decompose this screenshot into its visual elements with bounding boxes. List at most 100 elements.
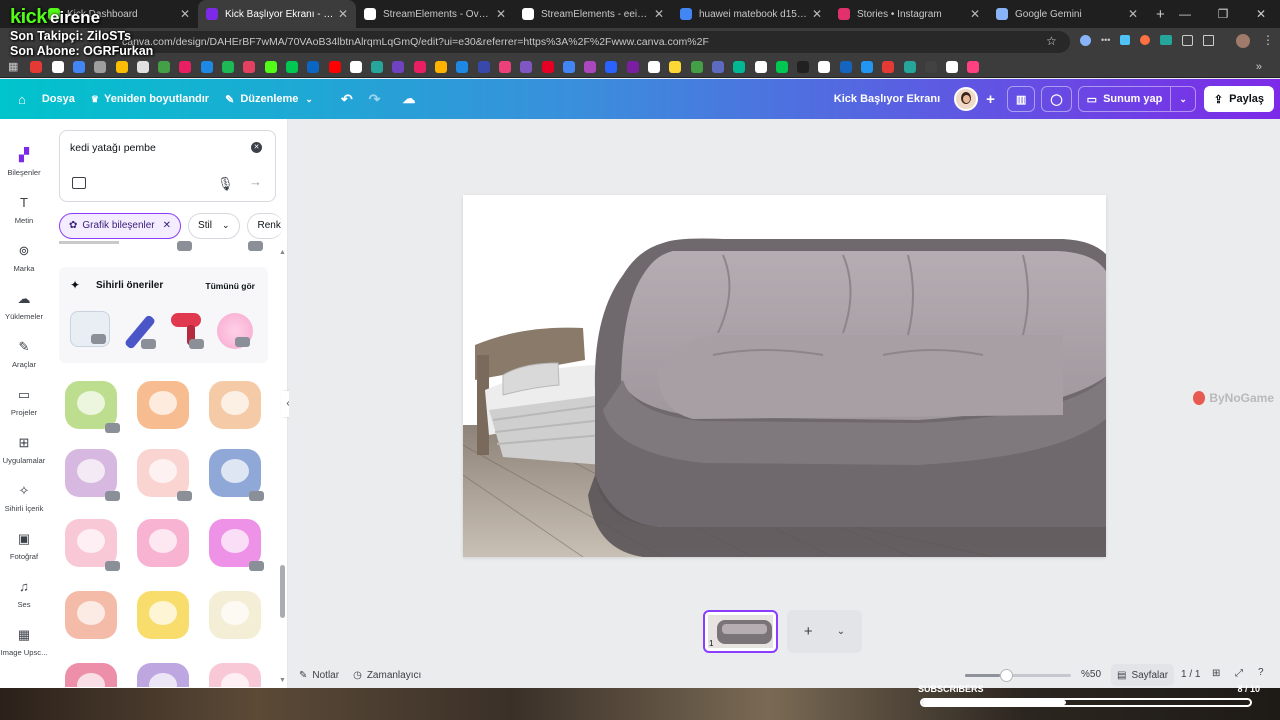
- pink-fluff-thumbnail[interactable]: [217, 313, 253, 349]
- pink-cloud-thumbnail[interactable]: [203, 657, 267, 687]
- edit-mode-button[interactable]: ✎ Düzenleme ⌄: [217, 85, 321, 113]
- extension-icon[interactable]: •••: [1101, 35, 1110, 46]
- present-options-button[interactable]: ⌄: [1171, 86, 1196, 112]
- extensions-puzzle-icon[interactable]: [1182, 35, 1194, 46]
- present-button[interactable]: ▭ Sunum yap: [1077, 86, 1172, 112]
- bookmark-icon[interactable]: [94, 60, 107, 73]
- rail-item[interactable]: T Metin: [0, 195, 48, 225]
- comments-button[interactable]: ◯: [1041, 86, 1072, 112]
- panel-scrollbar[interactable]: [280, 565, 285, 618]
- browser-tab[interactable]: Kick Başlıyor Ekranı - Sunum ✕: [198, 0, 356, 28]
- bookmark-icon[interactable]: [626, 60, 639, 73]
- bookmark-icon[interactable]: [754, 60, 767, 73]
- zoom-slider[interactable]: [965, 669, 1071, 682]
- close-tab-icon[interactable]: ✕: [180, 7, 190, 21]
- apps-grid-icon[interactable]: ▦: [8, 60, 18, 73]
- see-all-link[interactable]: Tümünü gör: [205, 281, 255, 291]
- rail-item[interactable]: ⊞ Uygulamalar: [0, 435, 48, 465]
- close-tab-icon[interactable]: ✕: [1128, 7, 1138, 21]
- undo-button[interactable]: ↶: [333, 85, 361, 113]
- help-icon[interactable]: ?: [1258, 667, 1264, 678]
- design-page[interactable]: [463, 195, 1106, 557]
- hairdryer-thumbnail[interactable]: [167, 309, 207, 351]
- page-thumbnail[interactable]: 1: [703, 610, 778, 653]
- close-tab-icon[interactable]: ✕: [970, 7, 980, 21]
- extension-icon[interactable]: [1080, 35, 1091, 46]
- browser-tab[interactable]: StreamElements - Overlays ✕: [356, 0, 514, 28]
- scroll-up-icon[interactable]: ▲: [279, 249, 286, 256]
- bookmark-icon[interactable]: [158, 60, 171, 73]
- bookmark-icon[interactable]: [562, 60, 575, 73]
- cat-sleeping-bed-thumbnail[interactable]: [131, 657, 195, 687]
- bookmark-icon[interactable]: [584, 60, 597, 73]
- insights-button[interactable]: ▥: [1006, 86, 1036, 112]
- minimize-icon[interactable]: —: [1166, 7, 1204, 21]
- home-button[interactable]: ⌂: [10, 85, 34, 113]
- cat-frame-thumbnail[interactable]: [59, 375, 123, 435]
- bookmark-icon[interactable]: [413, 60, 426, 73]
- bookmark-icon[interactable]: [818, 60, 831, 73]
- rail-item[interactable]: ✧ Sihirli İçerik: [0, 483, 48, 513]
- bookmark-icon[interactable]: [285, 60, 298, 73]
- bookmark-icon[interactable]: [222, 60, 235, 73]
- rail-item[interactable]: ♫ Ses: [0, 579, 48, 609]
- bookmark-icon[interactable]: [605, 60, 618, 73]
- cat-radiator-thumbnail[interactable]: [203, 585, 267, 645]
- new-tab-icon[interactable]: +: [1156, 6, 1165, 23]
- bookmark-icon[interactable]: [797, 60, 810, 73]
- bookmark-icon[interactable]: [860, 60, 873, 73]
- bookmark-icon[interactable]: [30, 60, 43, 73]
- resize-button[interactable]: ♛ Yeniden boyutlandır: [83, 85, 217, 113]
- notes-button[interactable]: Notlar: [312, 670, 339, 681]
- add-collaborator-button[interactable]: +: [978, 85, 1003, 113]
- share-button[interactable]: ⇪ Paylaş: [1203, 86, 1274, 112]
- url-field[interactable]: canva.com/design/DAHErBF7wMA/70VAoB34lbt…: [100, 31, 1070, 53]
- extension-icon[interactable]: [1120, 35, 1131, 45]
- collaborator-avatar[interactable]: [954, 87, 979, 111]
- rail-item[interactable]: ▦ Image Upsc...: [0, 627, 48, 657]
- browser-menu-icon[interactable]: ⋮: [1262, 33, 1274, 47]
- browser-tab[interactable]: Google Gemini ✕: [988, 0, 1146, 28]
- bookmark-icon[interactable]: [435, 60, 448, 73]
- maximize-icon[interactable]: ❐: [1204, 7, 1242, 21]
- bookmark-icon[interactable]: [541, 60, 554, 73]
- sidebar-icon[interactable]: [1203, 35, 1215, 46]
- chip-graphics[interactable]: ✿ Grafik bileşenler ✕: [59, 212, 182, 239]
- grid-view-icon[interactable]: ⊞: [1212, 668, 1220, 679]
- fullscreen-icon[interactable]: ⤢: [1235, 668, 1243, 679]
- close-window-icon[interactable]: ✕: [1242, 7, 1280, 21]
- cat-paw-thumbnail[interactable]: [59, 585, 123, 645]
- bookmark-icon[interactable]: [392, 60, 405, 73]
- rail-item[interactable]: ▭ Projeler: [0, 387, 48, 417]
- submit-arrow-icon[interactable]: →: [249, 174, 262, 189]
- add-page-button[interactable]: + ⌄: [787, 610, 862, 653]
- bookmark-icon[interactable]: [73, 60, 85, 73]
- cloud-save-button[interactable]: ☁: [394, 85, 423, 113]
- bookmark-icon[interactable]: [243, 60, 256, 73]
- file-menu[interactable]: Dosya: [34, 85, 83, 113]
- pages-button[interactable]: ▤ Sayfalar: [1111, 664, 1175, 686]
- rail-item[interactable]: ▞ Bileşenler: [0, 147, 48, 177]
- bookmark-icon[interactable]: [690, 60, 703, 73]
- bookmark-icon[interactable]: [456, 60, 469, 73]
- cat-whiskers-thumbnail[interactable]: [203, 513, 267, 573]
- bookmark-icon[interactable]: [136, 60, 149, 73]
- bookmark-icon[interactable]: [903, 60, 916, 73]
- chip-style[interactable]: Stil ⌄: [188, 212, 240, 239]
- bookmark-icon[interactable]: [200, 60, 213, 73]
- cat-on-bed-thumbnail[interactable]: [131, 585, 195, 645]
- browser-tab[interactable]: Stories • Instagram ✕: [830, 0, 988, 28]
- cat-headphones-thumbnail[interactable]: [131, 513, 195, 573]
- profile-avatar[interactable]: [1236, 34, 1250, 48]
- redo-button[interactable]: ↷: [361, 85, 389, 113]
- bookmark-icon[interactable]: [775, 60, 788, 73]
- sleeping-cat-thumbnail[interactable]: [131, 375, 195, 435]
- bookmark-icon[interactable]: [498, 60, 511, 73]
- bookmark-star-icon[interactable]: ☆: [1046, 34, 1057, 48]
- cat-bed-thumbnail[interactable]: [59, 443, 123, 503]
- close-tab-icon[interactable]: ✕: [338, 7, 348, 21]
- bookmark-icon[interactable]: [349, 60, 362, 73]
- rail-item[interactable]: ☁ Yüklemeler: [0, 291, 48, 321]
- bookmark-icon[interactable]: [179, 60, 192, 73]
- bookmark-icon[interactable]: [839, 60, 852, 73]
